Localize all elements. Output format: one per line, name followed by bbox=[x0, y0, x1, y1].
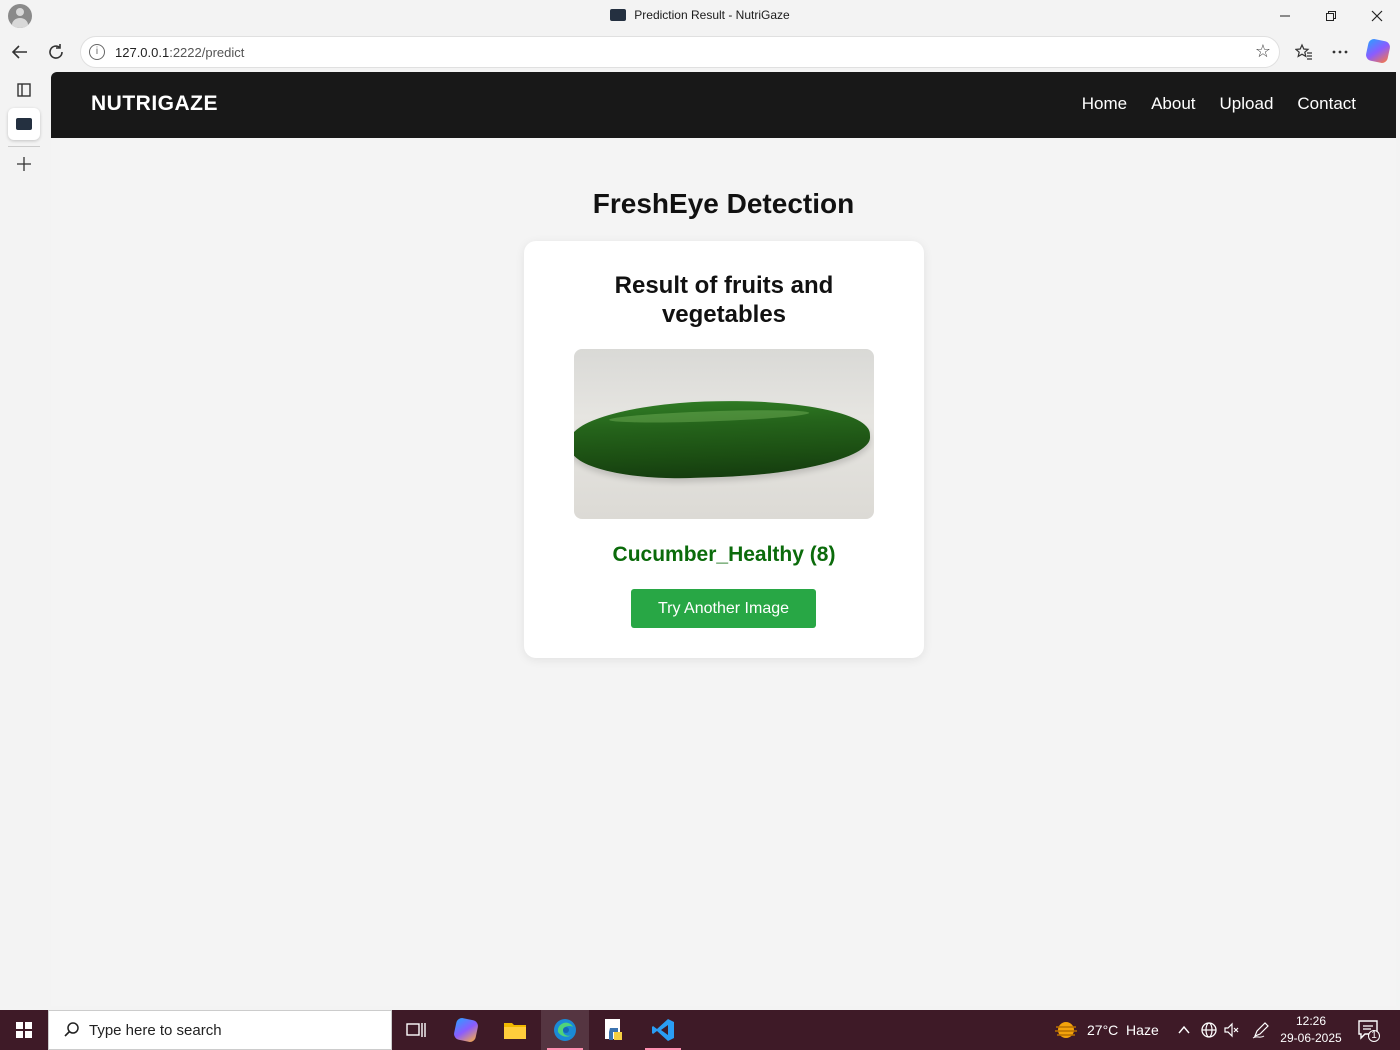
plus-icon bbox=[17, 157, 31, 171]
task-view-icon bbox=[406, 1023, 426, 1037]
nav-link-upload[interactable]: Upload bbox=[1220, 94, 1274, 114]
minimize-button[interactable] bbox=[1262, 0, 1308, 32]
ellipsis-icon bbox=[1332, 50, 1348, 54]
notification-center-button[interactable]: 1 bbox=[1357, 1010, 1381, 1050]
site-navbar: NUTRIGAZE Home About Upload Contact bbox=[51, 72, 1396, 138]
url-text[interactable]: 127.0.0.1:2222/predict bbox=[115, 45, 244, 60]
nav-link-about[interactable]: About bbox=[1151, 94, 1195, 114]
site-info-icon[interactable]: i bbox=[89, 44, 105, 60]
vscode-button[interactable] bbox=[639, 1010, 687, 1050]
favorite-star-icon[interactable]: ☆ bbox=[1255, 41, 1271, 62]
favorites-button[interactable] bbox=[1288, 36, 1320, 68]
cucumber-photo bbox=[574, 395, 872, 483]
tab-actions-icon bbox=[17, 83, 31, 97]
search-icon bbox=[63, 1021, 81, 1043]
restore-icon bbox=[1326, 11, 1336, 21]
address-bar[interactable]: i 127.0.0.1:2222/predict ☆ bbox=[80, 36, 1280, 68]
vscode-icon bbox=[652, 1019, 674, 1041]
taskbar-search-box[interactable]: Type here to search bbox=[48, 1010, 392, 1050]
start-button[interactable] bbox=[0, 1010, 48, 1050]
tab-actions-button[interactable] bbox=[8, 74, 40, 106]
notification-icon bbox=[1358, 1020, 1380, 1042]
python-file-icon bbox=[605, 1019, 622, 1040]
refresh-button[interactable] bbox=[40, 36, 72, 68]
weather-widget[interactable]: 27°C Haze bbox=[1054, 1010, 1159, 1050]
globe-icon bbox=[1201, 1022, 1217, 1038]
uploaded-image bbox=[574, 349, 874, 519]
notification-count: 1 bbox=[1371, 1030, 1377, 1041]
window-titlebar: Prediction Result - NutriGaze bbox=[0, 0, 1400, 32]
pen-icon bbox=[1252, 1022, 1269, 1039]
nav-link-home[interactable]: Home bbox=[1082, 94, 1127, 114]
result-card: Result of fruits and vegetables Cucumber… bbox=[524, 241, 924, 658]
url-path: :2222/predict bbox=[169, 45, 245, 60]
folder-icon bbox=[504, 1023, 526, 1039]
more-options-button[interactable] bbox=[1324, 36, 1356, 68]
favorites-list-icon bbox=[1295, 43, 1312, 60]
terminal-favicon-icon bbox=[610, 9, 627, 21]
file-explorer-button[interactable] bbox=[491, 1010, 539, 1050]
copilot-app-icon bbox=[452, 1016, 480, 1044]
minimize-icon bbox=[1280, 15, 1290, 17]
clock-time: 12:26 bbox=[1295, 1014, 1327, 1028]
window-title-text: Prediction Result - NutriGaze bbox=[634, 8, 790, 22]
search-placeholder: Type here to search bbox=[89, 1022, 222, 1039]
window-title: Prediction Result - NutriGaze bbox=[0, 8, 1400, 22]
restore-button[interactable] bbox=[1308, 0, 1354, 32]
edge-browser-icon bbox=[554, 1019, 576, 1041]
page-viewport: NUTRIGAZE Home About Upload Contact Fres… bbox=[51, 72, 1396, 1006]
back-arrow-icon bbox=[11, 45, 27, 59]
terminal-favicon-icon bbox=[16, 118, 32, 130]
volume-button[interactable] bbox=[1223, 1010, 1241, 1050]
system-clock[interactable]: 12:26 29-06-2025 bbox=[1276, 1013, 1346, 1047]
haze-weather-icon bbox=[1055, 1022, 1077, 1038]
pen-workspace-button[interactable] bbox=[1252, 1010, 1270, 1050]
network-button[interactable] bbox=[1200, 1010, 1218, 1050]
show-hidden-icons-button[interactable] bbox=[1176, 1010, 1192, 1050]
task-view-button[interactable] bbox=[392, 1010, 440, 1050]
nav-link-contact[interactable]: Contact bbox=[1297, 94, 1356, 114]
chevron-up-icon bbox=[1178, 1025, 1190, 1034]
back-button[interactable] bbox=[4, 36, 36, 68]
browser-toolbar: i 127.0.0.1:2222/predict ☆ bbox=[0, 32, 1400, 72]
close-button[interactable] bbox=[1354, 0, 1400, 32]
new-tab-button[interactable] bbox=[8, 148, 40, 180]
speaker-muted-icon bbox=[1224, 1022, 1239, 1038]
prediction-result: Cucumber_Healthy (8) bbox=[612, 543, 836, 566]
refresh-icon bbox=[49, 44, 63, 59]
tab-divider bbox=[8, 146, 40, 147]
copilot-icon[interactable] bbox=[1364, 37, 1392, 65]
site-brand[interactable]: NUTRIGAZE bbox=[91, 92, 218, 116]
windows-taskbar: Type here to search 27°C Haze 12:26 29-0… bbox=[0, 1010, 1400, 1050]
page-title: FreshEye Detection bbox=[592, 188, 855, 219]
edge-browser-button[interactable] bbox=[541, 1010, 589, 1050]
url-host: 127.0.0.1 bbox=[115, 45, 170, 60]
try-another-image-button[interactable]: Try Another Image bbox=[631, 589, 816, 628]
vertical-tab-strip bbox=[0, 72, 50, 1010]
close-icon bbox=[1371, 10, 1383, 22]
python-idle-button[interactable] bbox=[590, 1010, 638, 1050]
copilot-taskbar-button[interactable] bbox=[442, 1010, 490, 1050]
windows-logo-icon bbox=[16, 1022, 32, 1038]
site-nav-links: Home About Upload Contact bbox=[1082, 94, 1356, 114]
tab-prediction-result[interactable] bbox=[8, 108, 40, 140]
weather-text: 27°C Haze bbox=[1087, 1022, 1159, 1038]
card-title: Result of fruits and vegetables bbox=[614, 272, 834, 328]
clock-date: 29-06-2025 bbox=[1280, 1031, 1342, 1045]
